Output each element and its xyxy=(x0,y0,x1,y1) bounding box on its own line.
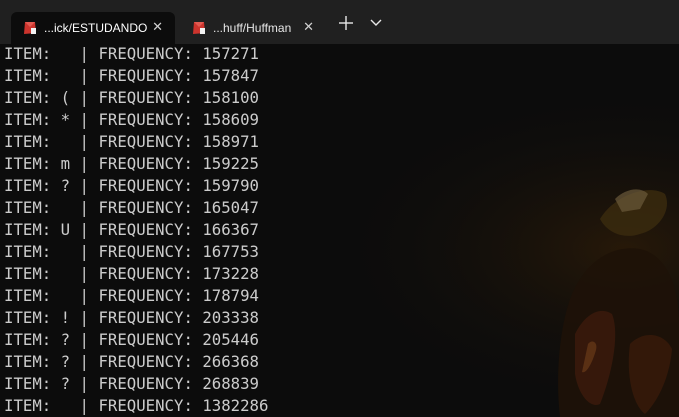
close-icon[interactable]: ✕ xyxy=(152,20,163,36)
close-icon[interactable]: ✕ xyxy=(303,20,314,36)
tab-label: ...ick/ESTUDANDO xyxy=(44,21,148,35)
console-line: ITEM: | FREQUENCY: 1382286 xyxy=(4,396,269,415)
chevron-down-icon xyxy=(370,19,382,26)
console-line: ITEM: ? | FREQUENCY: 159790 xyxy=(4,176,260,195)
plus-icon xyxy=(339,16,353,30)
console-line: ITEM: ! | FREQUENCY: 203338 xyxy=(4,308,260,327)
console-line: ITEM: | FREQUENCY: 157847 xyxy=(4,66,260,85)
tab-label: ...huff/Huffman xyxy=(213,21,292,35)
console-line: ITEM: | FREQUENCY: 178794 xyxy=(4,286,260,305)
console-line: ITEM: ? | FREQUENCY: 268839 xyxy=(4,374,260,393)
console-line: ITEM: | FREQUENCY: 167753 xyxy=(4,242,260,261)
console-line: ITEM: U | FREQUENCY: 166367 xyxy=(4,220,260,239)
terminal-window: ...ick/ESTUDANDO ✕ ...huff/Huffman ✕ ITE… xyxy=(0,0,679,417)
console-line: ITEM: | FREQUENCY: 165047 xyxy=(4,198,260,217)
ruby-icon xyxy=(24,22,36,34)
new-tab-button[interactable] xyxy=(337,14,355,32)
console-line: ITEM: * | FREQUENCY: 158609 xyxy=(4,110,260,129)
console-line: ITEM: ? | FREQUENCY: 205446 xyxy=(4,330,260,349)
console-line: ITEM: | FREQUENCY: 157271 xyxy=(4,44,260,63)
tab-estudando[interactable]: ...ick/ESTUDANDO ✕ xyxy=(11,12,175,44)
console-line: ITEM: | FREQUENCY: 158971 xyxy=(4,132,260,151)
ruby-icon xyxy=(193,22,205,34)
tab-bar: ...ick/ESTUDANDO ✕ ...huff/Huffman ✕ xyxy=(0,0,679,44)
console-output: ITEM: | FREQUENCY: 157271 ITEM: | FREQUEN… xyxy=(4,43,674,417)
console-line: ITEM: ? | FREQUENCY: 266368 xyxy=(4,352,260,371)
console-line: ITEM: | FREQUENCY: 173228 xyxy=(4,264,260,283)
tab-dropdown-button[interactable] xyxy=(369,16,383,30)
tab-huffman[interactable]: ...huff/Huffman ✕ xyxy=(180,12,328,44)
console-line: ITEM: m | FREQUENCY: 159225 xyxy=(4,154,260,173)
console-line: ITEM: ( | FREQUENCY: 158100 xyxy=(4,88,260,107)
